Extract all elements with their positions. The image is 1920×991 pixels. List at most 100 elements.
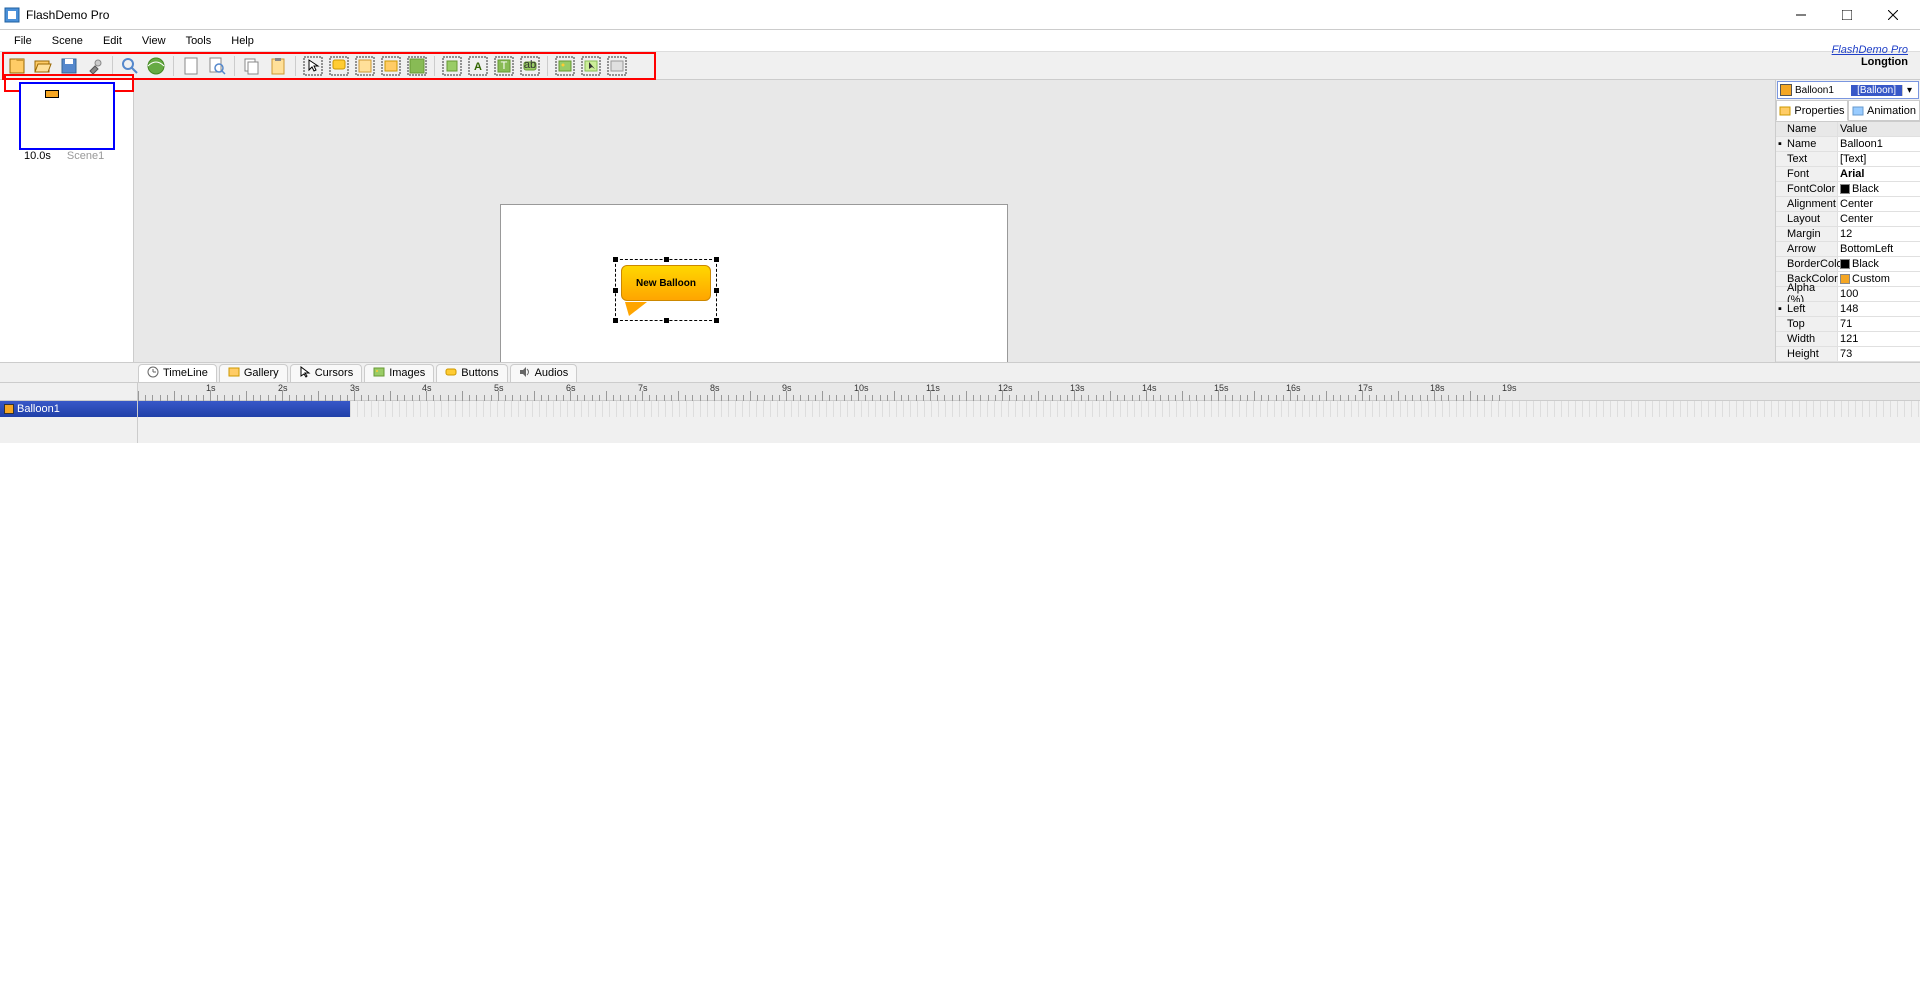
- insert-button-icon[interactable]: ab: [518, 54, 542, 78]
- prop-value[interactable]: Black: [1838, 257, 1920, 271]
- insert-audio-icon[interactable]: [605, 54, 629, 78]
- prop-value[interactable]: 148: [1838, 302, 1920, 316]
- menubar: FileSceneEditViewToolsHelp: [0, 30, 1920, 52]
- save-icon[interactable]: [57, 54, 81, 78]
- bottom-panel: TimeLineGalleryCursorsImagesButtonsAudio…: [0, 362, 1920, 442]
- prop-name: Arrow: [1776, 242, 1838, 256]
- clock-icon: [147, 366, 159, 381]
- ruler-tick: 15s: [1214, 383, 1229, 393]
- insert-balloon-icon[interactable]: [327, 54, 351, 78]
- maximize-button[interactable]: [1824, 0, 1870, 30]
- brand-link[interactable]: FlashDemo Pro: [1832, 44, 1908, 56]
- balloon-icon: [4, 404, 14, 414]
- menu-scene[interactable]: Scene: [42, 33, 93, 49]
- prop-value[interactable]: Center: [1838, 197, 1920, 211]
- prop-value[interactable]: 12: [1838, 227, 1920, 241]
- prop-value[interactable]: 121: [1838, 332, 1920, 346]
- tab-properties[interactable]: Properties: [1776, 100, 1848, 121]
- prop-name: FontColor: [1776, 182, 1838, 196]
- prop-name: Width: [1776, 332, 1838, 346]
- prop-name: Height: [1776, 347, 1838, 361]
- ruler-tick: 19s: [1502, 383, 1517, 393]
- timeline-tracks: Balloon1: [0, 383, 138, 443]
- button-icon: [445, 366, 457, 381]
- prop-name: Margin: [1776, 227, 1838, 241]
- tab-timeline[interactable]: TimeLine: [138, 364, 217, 382]
- prop-value[interactable]: 71: [1838, 317, 1920, 331]
- ruler-tick: 11s: [926, 383, 940, 393]
- tab-buttons[interactable]: Buttons: [436, 364, 507, 382]
- paste-icon[interactable]: [266, 54, 290, 78]
- insert-cursor-icon[interactable]: [301, 54, 325, 78]
- preview-icon[interactable]: [144, 54, 168, 78]
- ruler-tick: 17s: [1358, 383, 1373, 393]
- ruler-tick: 10s: [854, 383, 869, 393]
- menu-tools[interactable]: Tools: [176, 33, 222, 49]
- open-icon[interactable]: [31, 54, 55, 78]
- svg-text:ab: ab: [524, 59, 536, 71]
- object-selector[interactable]: Balloon1 [Balloon] ▾: [1777, 81, 1919, 99]
- menu-edit[interactable]: Edit: [93, 33, 132, 49]
- prop-value[interactable]: [Text]: [1838, 152, 1920, 166]
- insert-textbox-icon[interactable]: [379, 54, 403, 78]
- prop-value[interactable]: BottomLeft: [1838, 242, 1920, 256]
- prop-value[interactable]: 100: [1838, 287, 1920, 301]
- prop-value[interactable]: Balloon1: [1838, 137, 1920, 151]
- minimize-button[interactable]: [1778, 0, 1824, 30]
- property-grid[interactable]: Name Value ▪NameBalloon1Text[Text]FontAr…: [1776, 122, 1920, 362]
- scene-thumbnail[interactable]: [19, 82, 115, 150]
- insert-hotspot-icon[interactable]: [579, 54, 603, 78]
- tab-gallery[interactable]: Gallery: [219, 364, 288, 382]
- canvas-stage[interactable]: New Balloon 安下载 anxz.com: [500, 204, 1008, 362]
- prop-name: Alpha (%): [1776, 287, 1838, 301]
- prop-header-value: Value: [1838, 122, 1920, 136]
- insert-note-icon[interactable]: [353, 54, 377, 78]
- prop-value[interactable]: 73: [1838, 347, 1920, 361]
- ruler-tick: 12s: [998, 383, 1013, 393]
- timeline-segment[interactable]: [138, 401, 350, 417]
- copy-icon[interactable]: [240, 54, 264, 78]
- scene-time: 10.0s: [24, 150, 51, 162]
- tab-images[interactable]: Images: [364, 364, 434, 382]
- insert-shape-icon[interactable]: [440, 54, 464, 78]
- tab-audios[interactable]: Audios: [510, 364, 578, 382]
- balloon-object[interactable]: New Balloon: [617, 261, 715, 319]
- brand-area: FlashDemo Pro Longtion: [1832, 44, 1908, 68]
- app-icon: [4, 7, 20, 23]
- toolbar: A T ab: [0, 52, 1920, 80]
- ruler-tick: 14s: [1142, 383, 1157, 393]
- find-icon[interactable]: [205, 54, 229, 78]
- timeline-ruler-area[interactable]: 1s2s3s4s5s6s7s8s9s10s11s12s13s14s15s16s1…: [138, 383, 1920, 443]
- prop-value[interactable]: Custom: [1838, 272, 1920, 286]
- prop-name: Text: [1776, 152, 1838, 166]
- prop-header-name: Name: [1776, 122, 1838, 136]
- balloon-icon: [1780, 84, 1792, 96]
- insert-image-icon[interactable]: [553, 54, 577, 78]
- audio-icon: [519, 366, 531, 381]
- menu-view[interactable]: View: [132, 33, 176, 49]
- cursor-icon: [299, 366, 311, 381]
- settings-icon[interactable]: [83, 54, 107, 78]
- new-project-icon[interactable]: [5, 54, 29, 78]
- zoom-icon[interactable]: [118, 54, 142, 78]
- canvas-area[interactable]: New Balloon 安下载 anxz.com: [134, 80, 1775, 362]
- tab-cursors[interactable]: Cursors: [290, 364, 363, 382]
- tab-animation[interactable]: Animation: [1848, 100, 1920, 121]
- ruler-tick: 16s: [1286, 383, 1301, 393]
- prop-value[interactable]: Center: [1838, 212, 1920, 226]
- prop-value[interactable]: Black: [1838, 182, 1920, 196]
- prop-value[interactable]: Arial: [1838, 167, 1920, 181]
- close-button[interactable]: [1870, 0, 1916, 30]
- ruler-tick: 18s: [1430, 383, 1445, 393]
- new-page-icon[interactable]: [179, 54, 203, 78]
- menu-file[interactable]: File: [4, 33, 42, 49]
- chevron-down-icon[interactable]: ▾: [1902, 85, 1916, 96]
- prop-name: Layout: [1776, 212, 1838, 226]
- timeline-track-balloon[interactable]: Balloon1: [0, 401, 137, 417]
- ruler-tick: 13s: [1070, 383, 1085, 393]
- insert-textarea-icon[interactable]: T: [492, 54, 516, 78]
- insert-text-icon[interactable]: A: [466, 54, 490, 78]
- balloon-text[interactable]: New Balloon: [621, 265, 711, 301]
- menu-help[interactable]: Help: [221, 33, 264, 49]
- insert-textframe-icon[interactable]: [405, 54, 429, 78]
